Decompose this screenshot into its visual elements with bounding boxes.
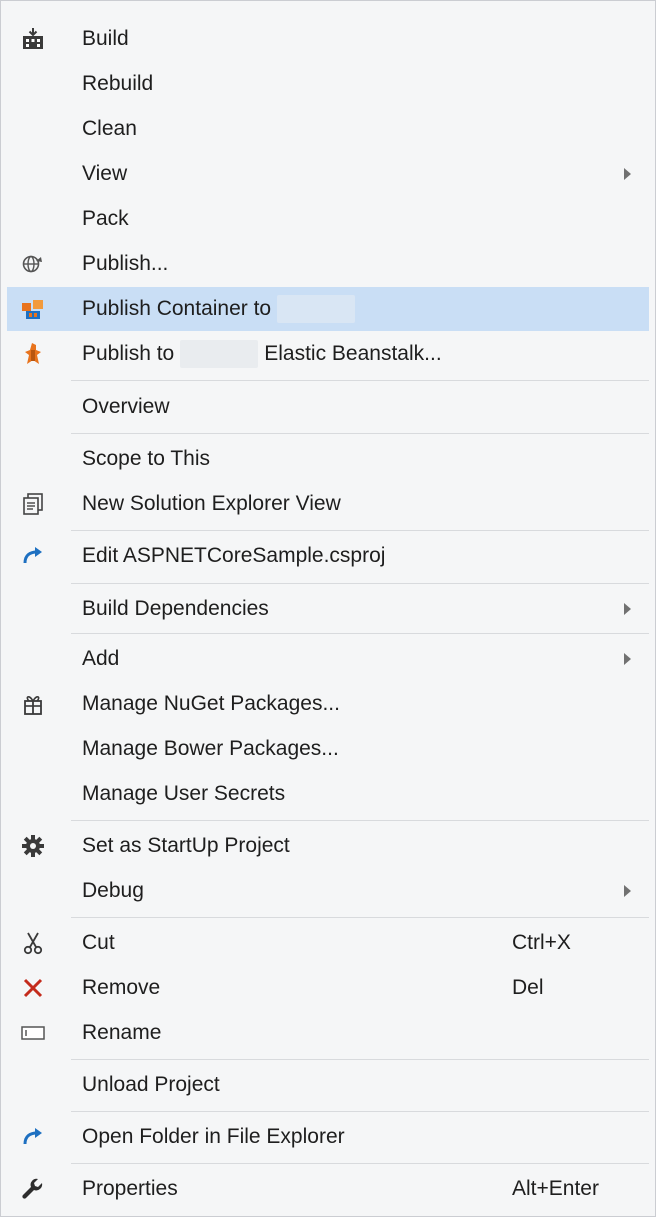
menu-item-label: New Solution Explorer View <box>82 492 341 515</box>
menu-item-label: Remove <box>82 976 161 999</box>
open-folder-arrow-icon <box>19 1123 47 1151</box>
menu-separator <box>71 1163 649 1164</box>
menu-separator <box>71 380 649 381</box>
menu-item-label: Publish to Elastic Beanstalk... <box>82 332 442 376</box>
menu-item-label: Unload Project <box>82 1073 220 1096</box>
redacted-text <box>277 295 356 324</box>
remove-x-icon <box>19 974 47 1002</box>
menu-item-new-solution-explorer-view[interactable]: New Solution Explorer View <box>7 482 649 526</box>
menu-item-publish[interactable]: Publish... <box>7 242 649 286</box>
menu-item-label: Scope to This <box>82 447 211 470</box>
submenu-arrow-icon <box>624 653 631 665</box>
menu-item-debug[interactable]: Debug <box>7 869 649 913</box>
menu-item-rebuild[interactable]: Rebuild <box>7 62 649 106</box>
menu-item-label: Edit ASPNETCoreSample.csproj <box>82 544 386 567</box>
menu-item-label: Add <box>82 647 120 670</box>
menu-item-label: Set as StartUp Project <box>82 834 290 857</box>
menu-separator <box>71 917 649 918</box>
redacted-text <box>180 340 259 369</box>
menu-item-label: Clean <box>82 117 137 140</box>
menu-item-label: Rename <box>82 1021 162 1044</box>
menu-item-label: Build <box>82 27 129 50</box>
nuget-package-icon <box>19 690 47 718</box>
shortcut-text: Ctrl+X <box>512 931 571 954</box>
rename-icon <box>19 1019 47 1047</box>
submenu-arrow-icon <box>624 885 631 897</box>
menu-item-build[interactable]: Build <box>7 17 649 61</box>
scissors-icon <box>19 929 47 957</box>
menu-item-manage-user-secrets[interactable]: Manage User Secrets <box>7 772 649 816</box>
menu-item-open-folder[interactable]: Open Folder in File Explorer <box>7 1115 649 1159</box>
menu-item-manage-nuget[interactable]: Manage NuGet Packages... <box>7 682 649 726</box>
edit-arrow-icon <box>19 542 47 570</box>
submenu-arrow-icon <box>624 168 631 180</box>
menu-separator <box>71 583 649 584</box>
menu-item-edit-csproj[interactable]: Edit ASPNETCoreSample.csproj <box>7 534 649 578</box>
menu-item-label: Publish Container to <box>82 287 361 331</box>
menu-item-pack[interactable]: Pack <box>7 197 649 241</box>
menu-item-label: Debug <box>82 879 144 902</box>
menu-item-label: Cut <box>82 931 115 954</box>
menu-item-build-dependencies[interactable]: Build Dependencies <box>7 587 649 631</box>
menu-item-label: Open Folder in File Explorer <box>82 1125 345 1148</box>
globe-publish-icon <box>19 250 47 278</box>
shortcut-text: Alt+Enter <box>512 1177 599 1200</box>
wrench-icon <box>19 1175 47 1203</box>
aws-container-icon <box>19 295 47 323</box>
menu-separator <box>71 820 649 821</box>
menu-item-label: Build Dependencies <box>82 597 269 620</box>
menu-item-properties[interactable]: Properties Alt+Enter <box>7 1167 649 1211</box>
shortcut-text: Del <box>512 976 544 999</box>
menu-item-label: Publish... <box>82 252 169 275</box>
gear-icon <box>19 832 47 860</box>
menu-item-scope-to-this[interactable]: Scope to This <box>7 437 649 481</box>
menu-item-rename[interactable]: Rename <box>7 1011 649 1055</box>
context-menu: Build Rebuild Clean View Pack Publish...… <box>0 0 656 1217</box>
menu-item-publish-container[interactable]: Publish Container to <box>7 287 649 331</box>
menu-item-label: View <box>82 162 128 185</box>
menu-item-label: Manage User Secrets <box>82 782 286 805</box>
aws-beanstalk-icon <box>19 340 47 368</box>
menu-item-label: Manage NuGet Packages... <box>82 692 340 715</box>
menu-item-label: Manage Bower Packages... <box>82 737 339 760</box>
menu-separator <box>71 433 649 434</box>
label-text: Publish Container to <box>82 297 272 320</box>
menu-item-remove[interactable]: Remove Del <box>7 966 649 1010</box>
menu-item-publish-beanstalk[interactable]: Publish to Elastic Beanstalk... <box>7 332 649 376</box>
menu-separator <box>71 633 649 634</box>
menu-item-label: Properties <box>82 1177 178 1200</box>
menu-item-unload-project[interactable]: Unload Project <box>7 1063 649 1107</box>
menu-item-label: Pack <box>82 207 129 230</box>
menu-item-set-startup[interactable]: Set as StartUp Project <box>7 824 649 868</box>
submenu-arrow-icon <box>624 603 631 615</box>
menu-item-view[interactable]: View <box>7 152 649 196</box>
build-icon <box>19 25 47 53</box>
new-view-icon <box>19 490 47 518</box>
label-text: Publish to <box>82 342 175 365</box>
menu-separator <box>71 1111 649 1112</box>
menu-separator <box>71 530 649 531</box>
menu-item-add[interactable]: Add <box>7 637 649 681</box>
menu-separator <box>71 1059 649 1060</box>
menu-item-label: Overview <box>82 395 170 418</box>
menu-item-label: Rebuild <box>82 72 154 95</box>
label-text-end: Elastic Beanstalk... <box>264 342 442 365</box>
menu-item-manage-bower[interactable]: Manage Bower Packages... <box>7 727 649 771</box>
menu-item-clean[interactable]: Clean <box>7 107 649 151</box>
menu-item-cut[interactable]: Cut Ctrl+X <box>7 921 649 965</box>
menu-item-overview[interactable]: Overview <box>7 385 649 429</box>
